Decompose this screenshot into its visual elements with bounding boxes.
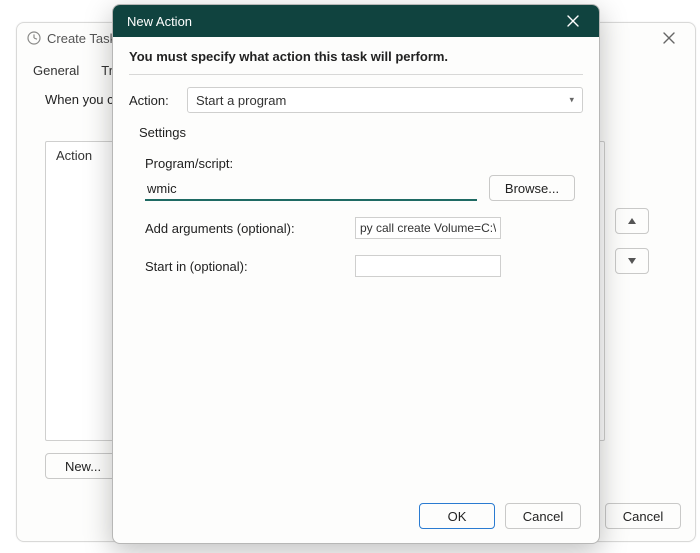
new-action-dialog: New Action You must specify what action … [112, 4, 600, 544]
create-task-close-button[interactable] [651, 24, 687, 52]
action-type-label: Action: [129, 93, 187, 108]
create-task-title: Create Task [47, 31, 116, 46]
ok-button[interactable]: OK [419, 503, 495, 529]
add-arguments-input[interactable] [355, 217, 501, 239]
add-arguments-label: Add arguments (optional): [145, 221, 355, 236]
actions-column-header: Action [56, 148, 92, 163]
task-scheduler-icon [27, 31, 41, 45]
action-type-combobox[interactable]: Start a program ▾ [187, 87, 583, 113]
action-type-value: Start a program [196, 93, 286, 108]
new-action-hint: You must specify what action this task w… [129, 49, 583, 74]
chevron-down-icon: ▾ [569, 95, 574, 106]
program-script-input[interactable] [145, 177, 477, 201]
divider [129, 74, 583, 75]
move-up-button[interactable] [615, 208, 649, 234]
start-in-label: Start in (optional): [145, 259, 355, 274]
new-action-close-button[interactable] [553, 5, 593, 37]
new-action-title: New Action [127, 14, 192, 29]
settings-group-label: Settings [129, 123, 583, 146]
tab-general[interactable]: General [29, 59, 83, 82]
action-order-buttons [615, 208, 649, 274]
program-script-label: Program/script: [145, 156, 575, 171]
new-action-cancel-button[interactable]: Cancel [505, 503, 581, 529]
new-action-button[interactable]: New... [45, 453, 121, 479]
create-task-cancel-button[interactable]: Cancel [605, 503, 681, 529]
move-down-button[interactable] [615, 248, 649, 274]
start-in-input[interactable] [355, 255, 501, 277]
new-action-titlebar: New Action [113, 5, 599, 37]
browse-button[interactable]: Browse... [489, 175, 575, 201]
